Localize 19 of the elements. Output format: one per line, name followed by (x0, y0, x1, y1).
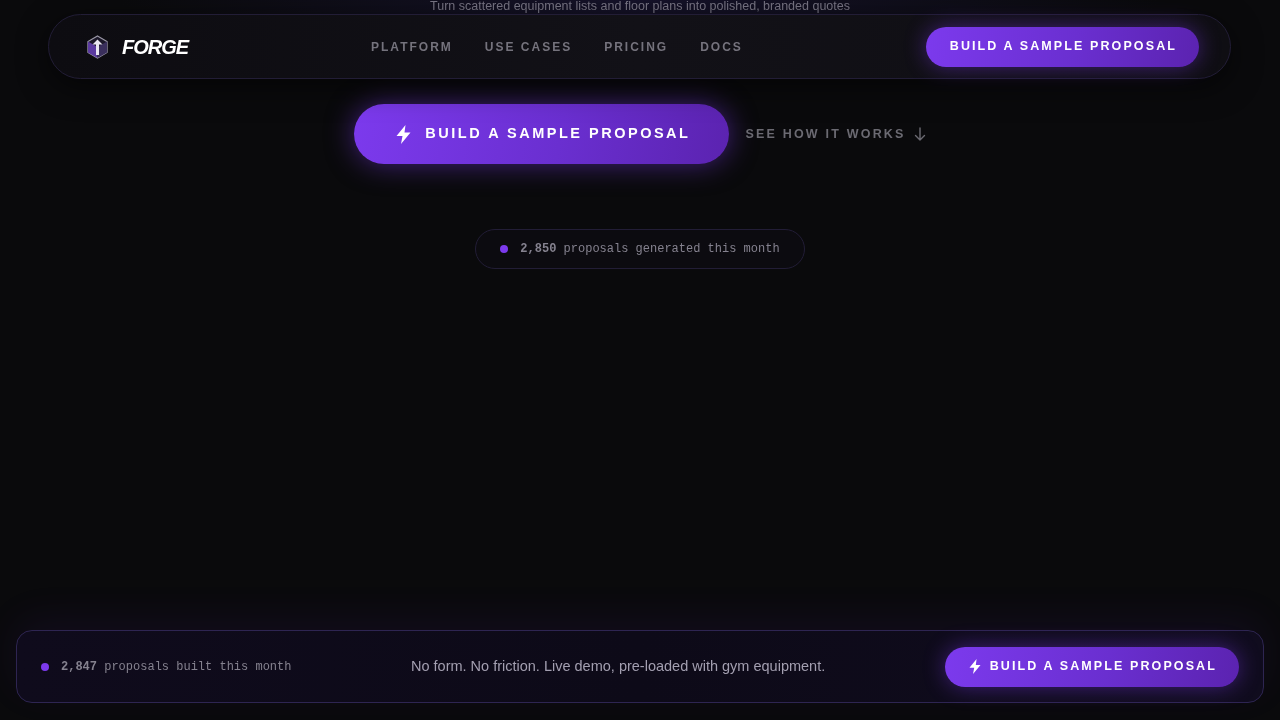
nav-link[interactable]: USE CASES (484, 37, 573, 56)
lightning-bolt-icon (396, 124, 412, 144)
status-dot-icon (500, 245, 509, 253)
see-how-it-works-link[interactable]: SEE HOW IT WORKS (745, 124, 926, 144)
hero-subtitle: Turn scattered equipment lists and floor plans into polished, branded quotes (430, 0, 850, 13)
nav-link[interactable]: PLATFORM (371, 37, 453, 56)
logo-icon[interactable] (87, 34, 108, 59)
nav-link[interactable]: PRICING (604, 37, 669, 56)
arrow-down-icon (913, 127, 926, 141)
proposal-count-text: 2,850 proposals generated this month (520, 241, 780, 258)
build-proposal-button[interactable]: BUILD A SAMPLE PROPOSAL (354, 104, 730, 164)
status-dot-icon (41, 662, 49, 671)
build-proposal-button[interactable]: BUILD A SAMPLE PROPOSAL (925, 26, 1199, 67)
build-proposal-button[interactable]: BUILD A SAMPLE PROPOSAL (944, 646, 1239, 687)
nav-link[interactable]: DOCS (700, 37, 743, 56)
lightning-bolt-icon (968, 659, 981, 674)
brand-name: FORGE (122, 34, 189, 60)
proposal-count-text: 2,847 proposals built this month (61, 658, 292, 676)
demo-message: No form. No friction. Live demo, pre-loaded with gym equipment. (410, 656, 826, 676)
